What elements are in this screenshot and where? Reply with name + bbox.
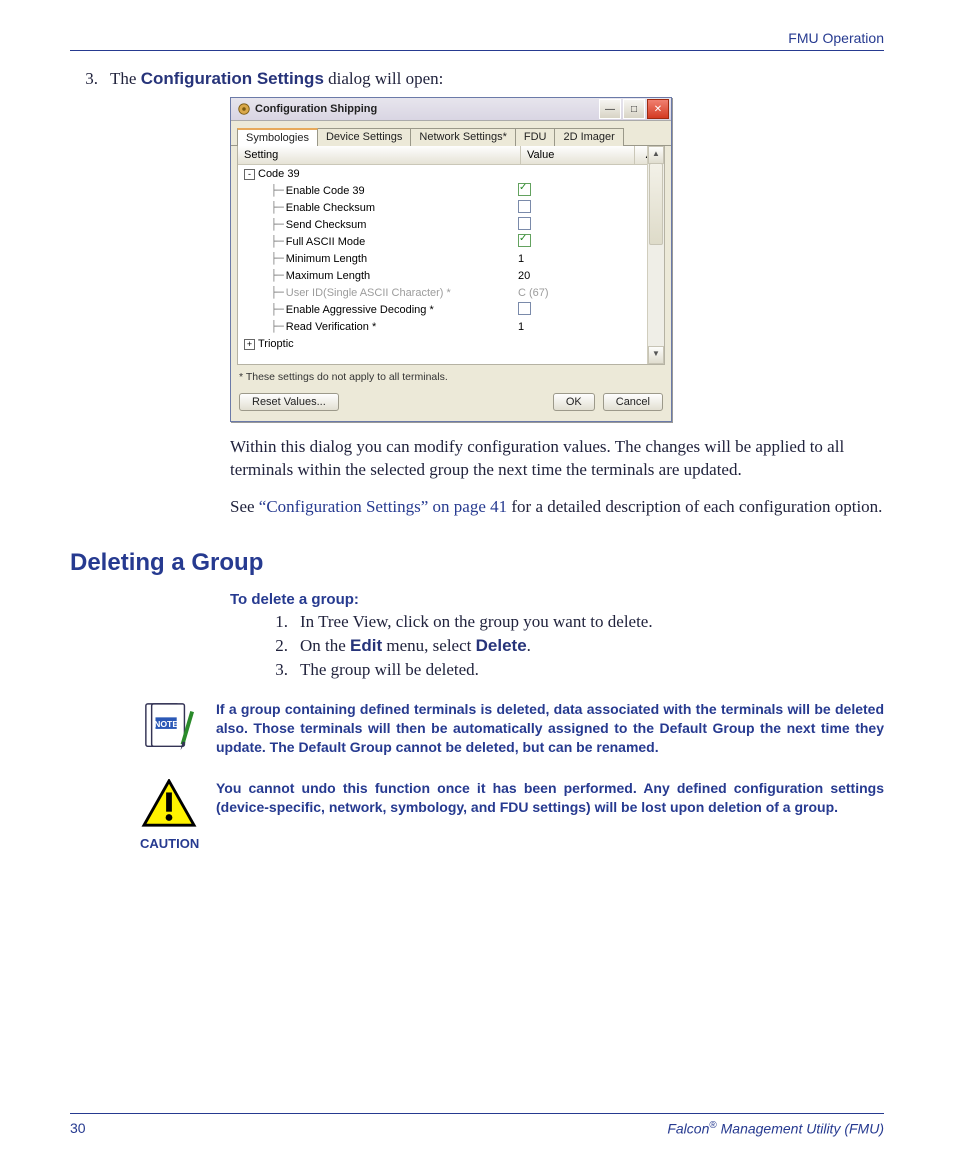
setting-value[interactable]: C (67) [514, 287, 664, 299]
step-text: The Configuration Settings dialog will o… [110, 69, 884, 89]
grid-row[interactable]: ├─Send Checksum [238, 216, 664, 233]
product-name: Falcon® Management Utility (FMU) [667, 1120, 884, 1137]
dialog-screenshot: Configuration Shipping ― □ ✕ Symbologies… [230, 97, 884, 422]
grid-row[interactable]: +Trioptic [238, 335, 664, 352]
header-rule [70, 50, 884, 51]
dialog-footnote-row: * These settings do not apply to all ter… [231, 365, 671, 393]
titlebar: Configuration Shipping ― □ ✕ [231, 98, 671, 121]
setting-label: Code 39 [258, 168, 300, 180]
paragraph-modify-values: Within this dialog you can modify config… [230, 436, 884, 482]
setting-value[interactable]: 20 [514, 270, 664, 282]
scrollbar[interactable]: ▲ ▼ [647, 146, 664, 364]
maximize-button[interactable]: □ [623, 99, 645, 119]
scroll-up-button[interactable]: ▲ [648, 146, 664, 164]
config-settings-term: Configuration Settings [141, 69, 324, 88]
grid-header: Setting Value ▲ [238, 146, 664, 165]
paragraph-see-link: See “Configuration Settings” on page 41 … [230, 496, 884, 519]
step-number: 3. [70, 69, 98, 89]
close-button[interactable]: ✕ [647, 99, 669, 119]
col-value: Value [521, 146, 635, 164]
grid-row[interactable]: ├─Enable Aggressive Decoding * [238, 301, 664, 318]
delete-term: Delete [476, 636, 527, 655]
settings-grid: Setting Value ▲ -Code 39 ├─Enable Code 3… [237, 146, 665, 365]
caution-label: CAUTION [140, 836, 198, 851]
tab-2d-imager[interactable]: 2D Imager [554, 128, 623, 146]
tab-symbologies[interactable]: Symbologies [237, 128, 318, 146]
checkbox-icon[interactable] [518, 234, 531, 247]
svg-text:NOTE: NOTE [154, 719, 178, 729]
expander-icon[interactable]: + [244, 339, 255, 350]
grid-row[interactable]: -Code 39 [238, 165, 664, 182]
tab-fdu[interactable]: FDU [515, 128, 556, 146]
scroll-down-button[interactable]: ▼ [648, 346, 664, 364]
cancel-button[interactable]: Cancel [603, 393, 663, 411]
delete-step-2: 2. On the Edit menu, select Delete. [260, 636, 884, 656]
setting-value[interactable]: 1 [514, 253, 664, 265]
app-icon [237, 102, 251, 116]
checkbox-icon[interactable] [518, 302, 531, 315]
checkbox-icon[interactable] [518, 217, 531, 230]
reset-values-button[interactable]: Reset Values... [239, 393, 339, 411]
tabstrip: Symbologies Device Settings Network Sett… [231, 121, 671, 146]
setting-label: Read Verification * [286, 321, 377, 333]
setting-label: Enable Code 39 [286, 185, 365, 197]
page-footer: 30 Falcon® Management Utility (FMU) [70, 1113, 884, 1137]
grid-row[interactable]: ├─Minimum Length1 [238, 250, 664, 267]
delete-step-1: 1. In Tree View, click on the group you … [260, 612, 884, 632]
grid-row[interactable]: ├─User ID(Single ASCII Character) *C (67… [238, 284, 664, 301]
setting-label: Full ASCII Mode [286, 236, 365, 248]
grid-row[interactable]: ├─Read Verification *1 [238, 318, 664, 335]
grid-row[interactable]: ├─Enable Checksum [238, 199, 664, 216]
checkbox-icon[interactable] [518, 183, 531, 196]
page: FMU Operation 3. The Configuration Setti… [0, 0, 954, 1159]
scroll-thumb[interactable] [649, 163, 663, 245]
configuration-shipping-dialog: Configuration Shipping ― □ ✕ Symbologies… [230, 97, 672, 422]
caution-block: CAUTION You cannot undo this function on… [140, 779, 884, 851]
heading-deleting-a-group: Deleting a Group [70, 549, 884, 577]
subhead-to-delete: To delete a group: [230, 591, 884, 608]
expander-icon[interactable]: - [244, 169, 255, 180]
grid-row[interactable]: ├─Maximum Length20 [238, 267, 664, 284]
setting-label: Enable Checksum [286, 202, 375, 214]
setting-label: Enable Aggressive Decoding * [286, 304, 434, 316]
setting-label: User ID(Single ASCII Character) * [286, 287, 451, 299]
step-3: 3. The Configuration Settings dialog wil… [70, 69, 884, 89]
col-setting: Setting [238, 146, 521, 164]
grid-row[interactable]: ├─Full ASCII Mode [238, 233, 664, 250]
note-text: If a group containing defined terminals … [216, 700, 884, 759]
setting-label: Minimum Length [286, 253, 367, 265]
minimize-button[interactable]: ― [599, 99, 621, 119]
setting-value[interactable]: 1 [514, 321, 664, 333]
caution-icon: CAUTION [140, 779, 198, 851]
ok-button[interactable]: OK [553, 393, 595, 411]
grid-row[interactable]: ├─Enable Code 39 [238, 182, 664, 199]
tab-network-settings[interactable]: Network Settings* [410, 128, 515, 146]
setting-label: Maximum Length [286, 270, 370, 282]
dialog-title: Configuration Shipping [255, 103, 597, 115]
caution-text: You cannot undo this function once it ha… [216, 779, 884, 851]
note-icon: NOTE [140, 700, 198, 759]
setting-label: Trioptic [258, 338, 294, 350]
dialog-footnote: * These settings do not apply to all ter… [239, 371, 663, 383]
delete-step-3: 3. The group will be deleted. [260, 660, 884, 680]
setting-label: Send Checksum [286, 219, 367, 231]
header-section: FMU Operation [70, 30, 884, 50]
note-block: NOTE If a group containing defined termi… [140, 700, 884, 759]
checkbox-icon[interactable] [518, 200, 531, 213]
edit-menu-term: Edit [350, 636, 382, 655]
dialog-button-row: Reset Values... OK Cancel [231, 393, 671, 421]
tab-device-settings[interactable]: Device Settings [317, 128, 411, 146]
page-number: 30 [70, 1120, 86, 1137]
config-settings-link[interactable]: “Configuration Settings” on page 41 [259, 497, 507, 516]
